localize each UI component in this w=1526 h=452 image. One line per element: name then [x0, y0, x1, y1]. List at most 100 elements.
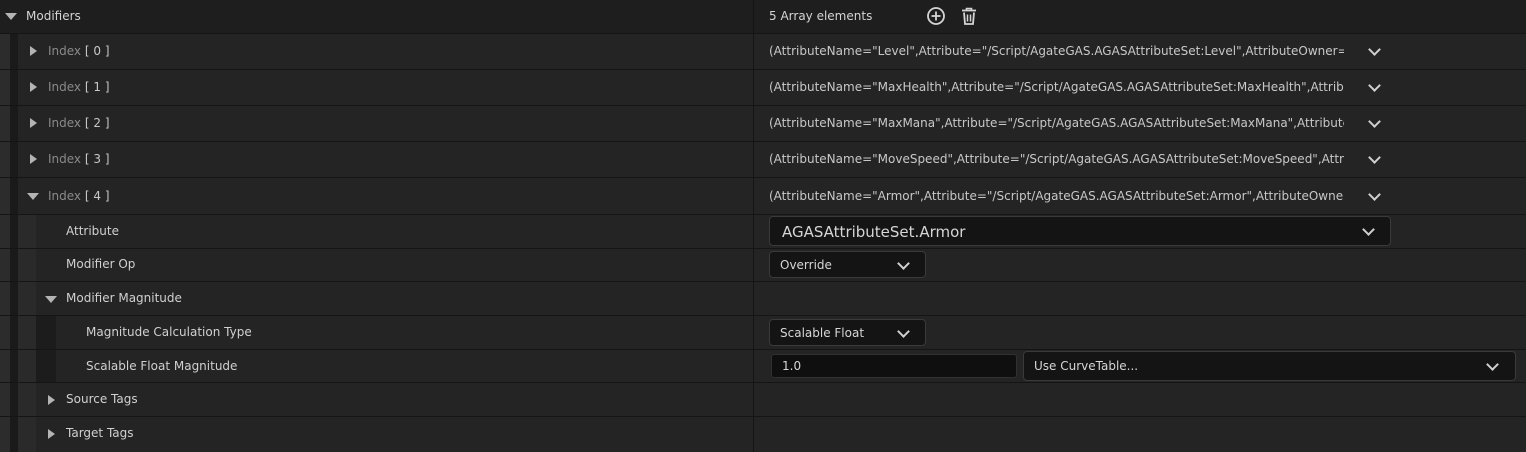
scalable-float-value: 1.0: [782, 359, 802, 373]
array-element-name-cell: Index [ 2 ]: [0, 106, 753, 141]
indent-guide: [10, 142, 18, 177]
array-element-value-cell: (AttributeName="MoveSpeed",Attribute="/S…: [753, 142, 1526, 177]
array-element-value-cell: (AttributeName="Armor",Attribute="/Scrip…: [753, 178, 1526, 214]
modifier-magnitude-value-cell: [753, 282, 1526, 315]
indent-guide: [18, 316, 36, 349]
chevron-down-icon[interactable]: [1362, 223, 1375, 236]
array-element-value-cell: (AttributeName="MaxHealth",Attribute="/S…: [753, 70, 1526, 105]
scalable-float-input[interactable]: 1.0: [771, 354, 1017, 378]
chevron-down-icon[interactable]: [1368, 115, 1381, 128]
element-value-text: (AttributeName="Level",Attribute="/Scrip…: [769, 44, 1344, 58]
modifiers-header-row[interactable]: Modifiers 5 Array elements: [0, 0, 1526, 34]
trash-icon[interactable]: [959, 6, 979, 29]
source-tags-label: Source Tags: [66, 392, 138, 406]
chevron-down-icon[interactable]: [1368, 43, 1381, 56]
indent-guide: [0, 316, 10, 349]
indent-guide: [10, 70, 18, 105]
indent-guide: [10, 417, 18, 452]
indent-guide: [36, 316, 56, 349]
index-label: Index [ 4 ]: [48, 189, 110, 203]
target-tags-label: Target Tags: [66, 426, 134, 440]
modifier-op-dropdown[interactable]: Override: [769, 251, 926, 278]
indent-guide: [36, 350, 56, 382]
array-element-count: 5 Array elements: [769, 9, 873, 23]
chevron-down-icon[interactable]: [1368, 79, 1381, 92]
attribute-value-cell: AGASAttributeSet.Armor: [753, 215, 1526, 248]
index-label: Index [ 0 ]: [48, 44, 110, 58]
indent-guide: [0, 106, 10, 141]
expand-arrow-icon[interactable]: [48, 395, 55, 405]
expand-arrow-icon[interactable]: [30, 118, 37, 128]
modifier-magnitude-row[interactable]: Modifier Magnitude: [0, 282, 1526, 316]
modifier-op-value-cell: Override: [753, 249, 1526, 281]
indent-guide: [10, 316, 18, 349]
indent-guide: [0, 178, 10, 214]
source-tags-value-cell: [753, 383, 1526, 416]
details-panel: Modifiers 5 Array elements Index [ 0 ] (…: [0, 0, 1526, 452]
indent-guide: [18, 383, 36, 416]
indent-guide: [10, 282, 18, 315]
indent-guide: [10, 383, 18, 416]
indent-guide: [18, 350, 36, 382]
indent-guide: [10, 106, 18, 141]
attribute-row: Attribute AGASAttributeSet.Armor: [0, 215, 1526, 249]
chevron-down-icon[interactable]: [1486, 358, 1499, 371]
modifier-op-label: Modifier Op: [66, 257, 136, 271]
element-value-text: (AttributeName="MoveSpeed",Attribute="/S…: [769, 152, 1344, 166]
collapse-arrow-icon[interactable]: [45, 296, 57, 303]
target-tags-row[interactable]: Target Tags: [0, 417, 1526, 452]
array-element-row[interactable]: Index [ 3 ] (AttributeName="MoveSpeed",A…: [0, 142, 1526, 178]
array-element-row[interactable]: Index [ 4 ] (AttributeName="Armor",Attri…: [0, 178, 1526, 215]
array-element-row[interactable]: Index [ 1 ] (AttributeName="MaxHealth",A…: [0, 70, 1526, 106]
chevron-down-icon[interactable]: [1368, 188, 1381, 201]
expand-arrow-icon[interactable]: [48, 429, 55, 439]
source-tags-row[interactable]: Source Tags: [0, 383, 1526, 417]
indent-guide: [10, 178, 18, 214]
target-tags-name-cell: Target Tags: [0, 417, 753, 452]
indent-guide: [0, 142, 10, 177]
calc-type-row: Magnitude Calculation Type Scalable Floa…: [0, 316, 1526, 350]
indent-guide: [10, 249, 18, 281]
attribute-label: Attribute: [66, 224, 119, 238]
element-value-text: (AttributeName="MaxHealth",Attribute="/S…: [769, 80, 1344, 94]
array-element-name-cell: Index [ 4 ]: [0, 178, 753, 214]
indent-guide: [0, 383, 10, 416]
scalable-float-row: Scalable Float Magnitude 1.0 Use CurveTa…: [0, 350, 1526, 383]
modifiers-value-cell: 5 Array elements: [753, 0, 1526, 33]
array-element-row[interactable]: Index [ 2 ] (AttributeName="MaxMana",Att…: [0, 106, 1526, 142]
indent-guide: [0, 70, 10, 105]
plus-circle-icon[interactable]: [926, 6, 946, 29]
indent-guide: [0, 215, 10, 248]
collapse-arrow-icon[interactable]: [27, 193, 39, 200]
modifiers-name-cell: Modifiers: [0, 0, 753, 33]
indent-guide: [18, 249, 36, 281]
calc-type-name-cell: Magnitude Calculation Type: [0, 316, 753, 349]
calc-type-selected-value: Scalable Float: [780, 326, 865, 340]
calc-type-dropdown[interactable]: Scalable Float: [769, 319, 926, 346]
attribute-selected-value: AGASAttributeSet.Armor: [782, 223, 966, 241]
modifiers-title: Modifiers: [26, 9, 81, 23]
modifier-magnitude-name-cell: Modifier Magnitude: [0, 282, 753, 315]
attribute-combo[interactable]: AGASAttributeSet.Armor: [769, 216, 1391, 246]
collapse-arrow-icon[interactable]: [5, 13, 17, 20]
source-tags-name-cell: Source Tags: [0, 383, 753, 416]
chevron-down-icon[interactable]: [1368, 151, 1381, 164]
array-element-row[interactable]: Index [ 0 ] (AttributeName="Level",Attri…: [0, 34, 1526, 70]
chevron-down-icon[interactable]: [897, 257, 910, 270]
calc-type-value-cell: Scalable Float: [753, 316, 1526, 349]
target-tags-value-cell: [753, 417, 1526, 452]
element-value-text: (AttributeName="Armor",Attribute="/Scrip…: [769, 189, 1344, 203]
indent-guide: [0, 282, 10, 315]
modifier-op-selected-value: Override: [780, 258, 832, 272]
calc-type-label: Magnitude Calculation Type: [86, 325, 252, 339]
expand-arrow-icon[interactable]: [30, 154, 37, 164]
expand-arrow-icon[interactable]: [30, 82, 37, 92]
chevron-down-icon[interactable]: [897, 325, 910, 338]
array-element-name-cell: Index [ 3 ]: [0, 142, 753, 177]
expand-arrow-icon[interactable]: [30, 46, 37, 56]
curve-table-dropdown[interactable]: Use CurveTable...: [1023, 351, 1516, 381]
index-label: Index [ 3 ]: [48, 152, 110, 166]
modifier-magnitude-label: Modifier Magnitude: [66, 291, 182, 305]
scalable-float-label: Scalable Float Magnitude: [86, 359, 238, 373]
index-label: Index [ 2 ]: [48, 116, 110, 130]
